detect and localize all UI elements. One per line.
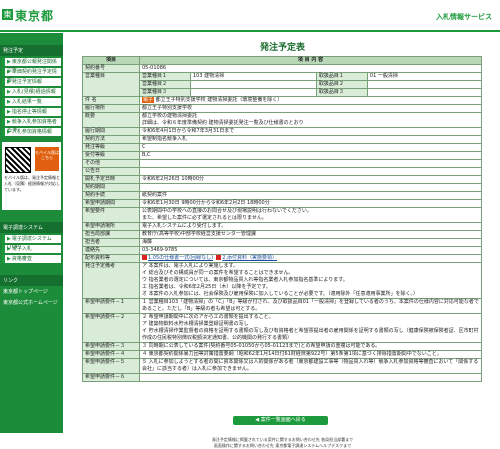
col-header-item: 項目	[82, 56, 140, 65]
table-row: 概要 都立学校の建物清掃委託 詳細は、令和６年度準備契約 建物清掃委託発注一覧及び…	[82, 112, 482, 128]
electronic-badge: 電子	[142, 97, 155, 103]
sidebar-item-shikaku-shinsa[interactable]: ▶資格審査	[2, 255, 61, 263]
attachment-link-guide[interactable]: 2.添付資料（実施要領）	[222, 255, 277, 261]
table-row: 受付等級 B,C	[82, 151, 482, 160]
table-row: 契約番号 05-01086	[82, 64, 482, 73]
table-row: 発注予定備考 ア 本案件は、電子入札により実施します。 イ 総合及びその構成員が…	[82, 262, 482, 299]
table-row: 希望申請要件－１ １ 営業種目103「建物清掃」の「C」「B」等級が付され、及び…	[82, 298, 482, 314]
arrow-icon: ▶	[7, 59, 11, 65]
table-row: 希望申請要件－４ ４ 東京都契約関係暴力団等対策措置要綱（昭和62年1月14日付6…	[82, 350, 482, 359]
sidebar-item-chotatsu-top[interactable]: ▶電子調達システム(TOP)	[2, 235, 61, 250]
arrow-icon: ▶	[7, 99, 11, 105]
arrow-icon: ▶	[7, 236, 11, 242]
table-row: 希望申請要件－５ ５ 入札に参加しようとする者の間に資本関係又は人的関係がある者（…	[82, 358, 482, 374]
attachment-link-spec[interactable]: 1.05の仕様書一式(回線なし)	[148, 255, 213, 261]
sidebar: 発注予定 ▶東京都公報発注関係公告 ▶単価契約発注予定情報 ▶発注予定情報 ▶入…	[0, 33, 63, 433]
table-row: 開札予定日時 令和6年2月26日 10時00分	[82, 175, 482, 184]
back-to-list-button[interactable]: ◀ 案件一覧画面へ戻る	[233, 416, 328, 425]
mobile-note: モバイル版は、発注予定情報と入札（見積）経過情報が対応しています。	[4, 175, 60, 192]
table-row: 希望申請要件－６	[82, 373, 482, 382]
table-row: 希望申請要件－３ ３ 同時期に公表している案件(契約番号05-01050から05-…	[82, 342, 482, 351]
table-row: 希望申請要件－２ ２ 希望申請期間中に次のアからエの書類を提出すること。 ア 建…	[82, 313, 482, 343]
arrow-icon: ▶	[7, 119, 11, 125]
header-divider	[0, 30, 500, 32]
table-row: その他	[82, 159, 482, 168]
arrow-icon: ▶	[7, 89, 11, 95]
table-row: 希望要件 公表期間中の学校への直接のお問合せ及び現場説明は行わないでください。ま…	[82, 207, 482, 223]
table-row: 希望申請場所 電子入札システムにより受付します。	[82, 222, 482, 231]
table-header-row: 項目 項 目 内 容	[82, 56, 482, 65]
tokyo-logo[interactable]: 東京都	[15, 7, 54, 24]
table-row: 履行期間 令和6年4月1日から令和7年3月31日まで	[82, 127, 482, 136]
arrow-icon: ▶	[7, 246, 11, 252]
table-row: 配布資料等 1.05の仕様書一式(回線なし) 2.添付資料（実施要領）	[82, 254, 482, 263]
footer: 発注予定情報に掲載されている案件に関するお問い合わせ先 各局担当部署まで 画面操…	[211, 437, 354, 448]
sidebar-item-hacchu[interactable]: ▶発注予定情報	[2, 78, 61, 86]
mobile-site-button[interactable]: モバイル版はこちら	[35, 147, 59, 171]
arrow-icon: ▶	[7, 79, 11, 85]
sidebar-section-heading-2: 電子調達システム	[0, 222, 63, 233]
sidebar-item-tanka[interactable]: ▶単価契約発注予定情報	[2, 68, 61, 83]
table-row: 連絡先 03-3469-9785	[82, 246, 482, 255]
col-header-content: 項 目 内 容	[139, 56, 482, 65]
sidebar-section-heading: 発注予定	[0, 45, 63, 56]
arrow-icon: ▶	[7, 69, 11, 75]
site-title: 入札情報サービス	[436, 13, 492, 21]
sidebar-item-shikaku[interactable]: ▶入札参加資格情報	[2, 128, 61, 136]
arrow-icon: ▶	[7, 129, 11, 135]
table-row: 担当局部課 教育庁(高等学校)中部学校経営支援センター管理課	[82, 230, 482, 239]
table-row: 営業種目 営業種目１ 103 建物清掃 取扱品目１ 01 一般清掃	[82, 72, 483, 97]
table-row: 営業種目２ 取扱品目２	[83, 80, 483, 89]
tokyo-logo-icon: 東	[2, 9, 13, 20]
main-content: 発注予定表 項目 項 目 内 容 契約番号 05-01086 営業種目 営業種目…	[65, 33, 500, 448]
qr-code-icon	[5, 147, 31, 173]
table-row: 件 名 電子 都立王子特別支援学校 建物清掃委託（環境整備を除く）	[82, 96, 482, 105]
page-title: 発注予定表	[259, 43, 305, 53]
arrow-icon: ▶	[7, 256, 11, 262]
table-row: 契約期間	[82, 183, 482, 192]
sidebar-item-kekka[interactable]: ▶入札結果一覧	[2, 98, 61, 106]
mobile-area: モバイル版はこちら モバイル版は、発注予定情報と入札（見積）経過情報が対応してい…	[2, 142, 61, 210]
order-detail-table: 項目 項 目 内 容 契約番号 05-01086 営業種目 営業種目１ 103 …	[82, 56, 483, 382]
sidebar-item-meibo[interactable]: ▶競争入札参加資格者名簿	[2, 118, 61, 133]
table-row: 営業種目３ 取扱品目３	[83, 88, 483, 97]
table-row: 契約方法 希望制指名競争入札	[82, 135, 482, 144]
pdf-icon	[216, 255, 222, 260]
table-row: 発注等級 C	[82, 143, 482, 152]
table-row: 公告日	[82, 167, 482, 176]
sidebar-item-teishi[interactable]: ▶指名停止等情報	[2, 108, 61, 116]
table-row: 担当者 海藤	[82, 238, 482, 247]
pdf-icon	[142, 255, 147, 260]
sidebar-item-keika[interactable]: ▶入札(見積)経過情報	[2, 88, 61, 96]
table-row: 希望申請期間 令和6年1月30日 9時00分から令和6年2月2日 18時00分	[82, 199, 482, 208]
sidebar-item-denshi-nyusatsu[interactable]: ▶電子入札	[2, 245, 61, 253]
sidebar-item-koho[interactable]: ▶東京都公報発注関係公告	[2, 58, 61, 73]
arrow-icon: ▶	[7, 109, 11, 115]
table-row: 契約手続 紙契約案件	[82, 191, 482, 200]
sidebar-link-tokyo-official[interactable]: 東京都公式ホームページ	[0, 297, 63, 308]
header: 東 東京都 入札情報サービス	[0, 0, 500, 32]
sidebar-link-tokyo-top[interactable]: 東京都トップページ	[0, 286, 63, 297]
sidebar-section-heading-3: リンク	[0, 275, 63, 286]
table-row: 履行場所 都立王子特別支援学校	[82, 104, 482, 113]
